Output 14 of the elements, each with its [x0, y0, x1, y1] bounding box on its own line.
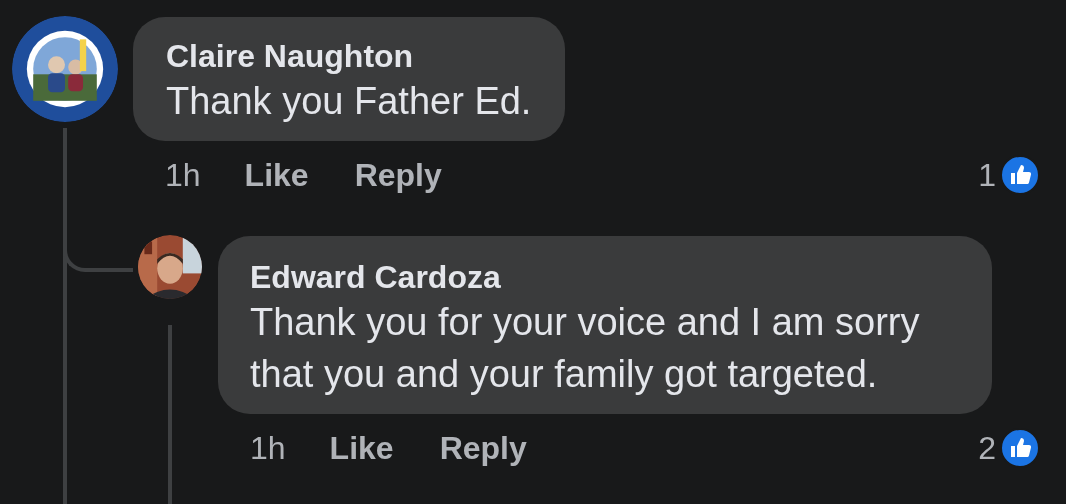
reaction-count[interactable]: 1: [978, 151, 996, 199]
like-link[interactable]: Like: [329, 424, 394, 472]
reply-link[interactable]: Reply: [439, 424, 527, 472]
reply-link[interactable]: Reply: [354, 151, 442, 199]
author-name[interactable]: Edward Cardoza: [250, 258, 501, 296]
author-name[interactable]: Claire Naughton: [166, 37, 414, 75]
comment-text: Thank you Father Ed.: [166, 79, 532, 124]
timestamp[interactable]: 1h: [250, 424, 286, 472]
like-icon: [1000, 155, 1040, 195]
like-icon: [1000, 428, 1040, 468]
reaction-count[interactable]: 2: [978, 424, 996, 472]
comment-text: Thank you for your voice and I am sorry that you and your family got targeted.: [250, 300, 921, 397]
like-link[interactable]: Like: [244, 151, 309, 199]
timestamp[interactable]: 1h: [165, 151, 201, 199]
